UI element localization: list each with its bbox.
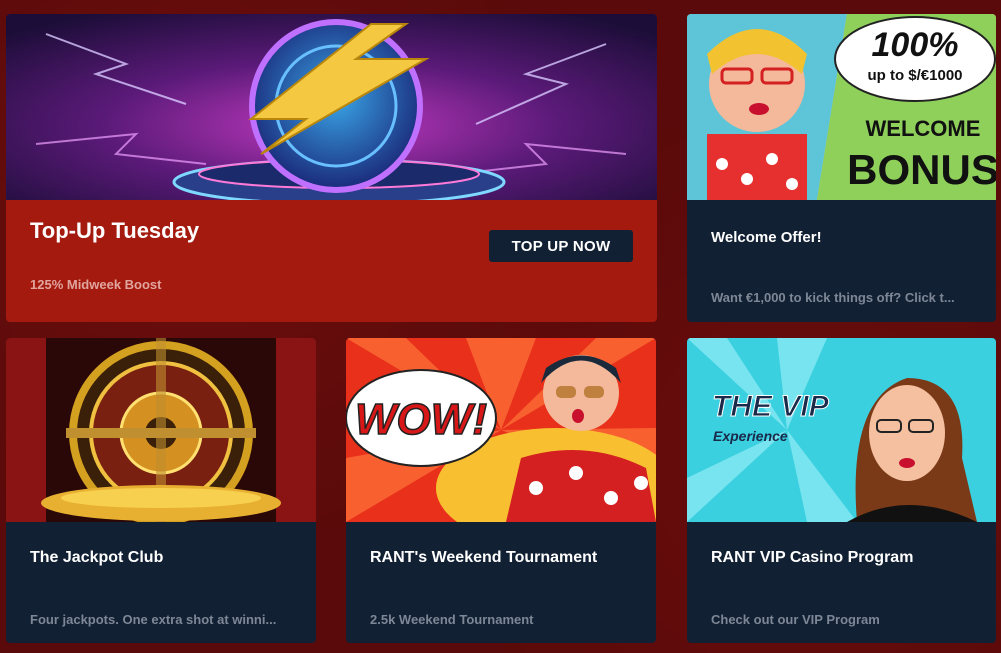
promo-title: Welcome Offer! [711,229,822,246]
roulette-vault-icon [6,338,316,522]
welcome-bonus-banner: 100% up to $/€1000 WELCOME BONUS [687,14,996,200]
svg-text:WOW!: WOW! [355,395,487,444]
lightning-coin-icon [6,14,657,200]
promo-title: Top-Up Tuesday [30,218,200,243]
promo-card-weekend-tournament[interactable]: WOW! RANT's Weekend Tournament 2.5k Week… [346,338,656,643]
promo-subtitle: 125% Midweek Boost [30,277,162,292]
promo-subtitle: Want €1,000 to kick things off? Click t.… [711,290,955,305]
svg-text:WELCOME: WELCOME [866,116,981,141]
promo-card-top-up-tuesday[interactable]: Top-Up Tuesday 125% Midweek Boost TOP UP… [6,14,657,322]
svg-text:Experience: Experience [713,428,788,444]
svg-text:THE VIP: THE VIP [712,390,830,423]
promo-title: RANT's Weekend Tournament [370,549,598,566]
svg-text:up to $/€1000: up to $/€1000 [867,67,962,84]
vip-comic-banner: THE VIP Experience [687,338,996,522]
promo-subtitle: Four jackpots. One extra shot at winni..… [30,612,277,627]
top-up-now-button[interactable]: TOP UP NOW [489,230,633,262]
promo-subtitle: 2.5k Weekend Tournament [370,612,534,627]
promo-image-vip: THE VIP Experience [687,338,996,522]
promo-card-vip-program[interactable]: THE VIP Experience RANT VIP Casino Progr… [687,338,996,643]
promo-card-jackpot-club[interactable]: The Jackpot Club Four jackpots. One extr… [6,338,316,643]
promo-image-top-up [6,14,657,200]
svg-text:BONUS: BONUS [847,146,996,193]
wow-comic-banner: WOW! [346,338,656,522]
promo-subtitle: Check out our VIP Program [711,612,880,627]
promo-card-welcome-offer[interactable]: 100% up to $/€1000 WELCOME BONUS Welcome… [687,14,996,322]
promo-image-tournament: WOW! [346,338,656,522]
promo-title: RANT VIP Casino Program [711,549,914,566]
promo-title: The Jackpot Club [30,549,164,566]
promo-image-jackpot [6,338,316,522]
promo-image-welcome: 100% up to $/€1000 WELCOME BONUS [687,14,996,200]
svg-text:100%: 100% [872,26,959,64]
